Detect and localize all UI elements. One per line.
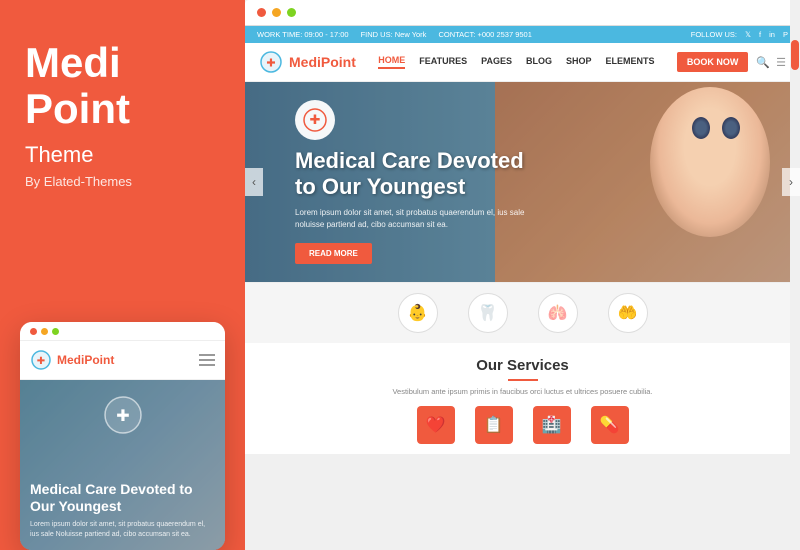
svg-text:✚: ✚ <box>310 112 321 127</box>
work-time: WORK TIME: 09:00 - 17:00 <box>257 30 349 39</box>
read-more-button[interactable]: READ MORE <box>295 243 372 264</box>
scrollbar[interactable] <box>790 0 800 550</box>
find-us: FIND US: New York <box>361 30 427 39</box>
nav-logo-icon: ✚ <box>259 50 283 74</box>
nav-bar: ✚ MediPoint HOME FEATURES PAGES BLOG SHO… <box>245 43 800 82</box>
browser-dot-green[interactable] <box>287 8 296 17</box>
mobile-hero-title: Medical Care Devoted to Our Youngest <box>30 481 215 515</box>
service-card-heart[interactable]: ❤️ <box>417 406 455 444</box>
svg-text:✚: ✚ <box>37 356 45 367</box>
hero-logo-circle: ✚ <box>295 100 335 140</box>
mobile-dot-green <box>52 328 59 335</box>
mobile-traffic-lights <box>30 328 59 335</box>
service-card-pill[interactable]: 💊 <box>591 406 629 444</box>
theme-subtitle: Theme <box>25 142 93 168</box>
nav-home[interactable]: HOME <box>378 55 405 69</box>
mobile-dot-red <box>30 328 37 335</box>
hero-description: Lorem ipsum dolor sit amet, sit probatus… <box>295 207 525 231</box>
hero-cross-icon: ✚ <box>303 108 327 132</box>
mobile-navbar: ✚ MediPoint <box>20 341 225 380</box>
browser-chrome <box>245 0 800 26</box>
services-title: Our Services <box>265 357 780 374</box>
service-icon-lung[interactable]: 🫁 <box>538 293 578 333</box>
nav-links: HOME FEATURES PAGES BLOG SHOP ELEMENTS <box>378 55 654 69</box>
browser-dot-yellow[interactable] <box>272 8 281 17</box>
hero-prev-arrow[interactable]: ‹ <box>245 168 263 196</box>
social-in[interactable]: in <box>769 30 775 39</box>
mobile-logo: ✚ MediPoint <box>30 349 114 371</box>
browser-dot-red[interactable] <box>257 8 266 17</box>
nav-logo[interactable]: ✚ MediPoint <box>259 50 356 74</box>
services-description: Vestibulum ante ipsum primis in faucibus… <box>265 387 780 396</box>
svg-text:✚: ✚ <box>116 408 129 425</box>
mobile-hero-logo-icon: ✚ <box>103 395 143 435</box>
mobile-logo-icon: ✚ <box>30 349 52 371</box>
nav-logo-text: MediPoint <box>289 54 356 70</box>
menu-icon[interactable]: ☰ <box>776 56 786 69</box>
right-panel: WORK TIME: 09:00 - 17:00 FIND US: New Yo… <box>245 0 800 550</box>
contact: CONTACT: +000 2537 9501 <box>438 30 531 39</box>
nav-pages[interactable]: PAGES <box>481 56 512 68</box>
services-cards-row: ❤️ 📋 🏥 💊 <box>265 406 780 444</box>
nav-elements[interactable]: ELEMENTS <box>606 56 655 68</box>
mobile-logo-text: MediPoint <box>57 353 114 367</box>
mobile-dot-yellow <box>41 328 48 335</box>
service-icons-row: 👶 🦷 🫁 🤲 <box>245 282 800 343</box>
search-icon[interactable]: 🔍 <box>756 56 770 69</box>
hero-section: ‹ ✚ Medical Care Devoted to Our Youngest… <box>245 82 800 282</box>
follow-us-label: FOLLOW US: <box>691 30 737 39</box>
mobile-mockup: ✚ MediPoint ✚ Medical Care Devoted to Ou… <box>20 322 225 550</box>
mobile-hero-text: Lorem ipsum dolor sit amet, sit probatus… <box>30 520 215 540</box>
hero-next-arrow[interactable]: › <box>782 168 800 196</box>
services-section: Our Services Vestibulum ante ipsum primi… <box>245 343 800 454</box>
nav-right: BOOK NOW 🔍 ☰ <box>677 52 786 72</box>
mobile-top-bar <box>20 322 225 341</box>
service-icon-care[interactable]: 🤲 <box>608 293 648 333</box>
svg-text:✚: ✚ <box>266 58 275 70</box>
hamburger-menu[interactable] <box>199 354 215 366</box>
social-fb[interactable]: f <box>759 30 761 39</box>
service-icon-dental[interactable]: 🦷 <box>468 293 508 333</box>
nav-blog[interactable]: BLOG <box>526 56 552 68</box>
scroll-thumb[interactable] <box>791 40 799 70</box>
info-bar: WORK TIME: 09:00 - 17:00 FIND US: New Yo… <box>245 26 800 43</box>
service-icon-baby[interactable]: 👶 <box>398 293 438 333</box>
nav-features[interactable]: FEATURES <box>419 56 467 68</box>
hero-title: Medical Care Devoted to Our Youngest <box>295 148 525 199</box>
mobile-hero: ✚ Medical Care Devoted to Our Youngest L… <box>20 380 225 550</box>
info-bar-left: WORK TIME: 09:00 - 17:00 FIND US: New Yo… <box>257 30 532 39</box>
theme-by: By Elated-Themes <box>25 174 132 189</box>
left-panel: MediPoint Theme By Elated-Themes ✚ MediP… <box>0 0 245 550</box>
browser-content: WORK TIME: 09:00 - 17:00 FIND US: New Yo… <box>245 26 800 550</box>
service-card-hospital[interactable]: 🏥 <box>533 406 571 444</box>
info-bar-right: FOLLOW US: 𝕏 f in P <box>691 30 788 39</box>
nav-shop[interactable]: SHOP <box>566 56 592 68</box>
theme-title: MediPoint <box>25 40 130 132</box>
services-title-underline <box>508 379 538 381</box>
book-now-button[interactable]: BOOK NOW <box>677 52 749 72</box>
social-pi[interactable]: P <box>783 30 788 39</box>
social-tw[interactable]: 𝕏 <box>745 30 751 39</box>
nav-icons: 🔍 ☰ <box>756 56 786 69</box>
mobile-hero-content: Medical Care Devoted to Our Youngest Lor… <box>30 481 215 540</box>
hero-content: ✚ Medical Care Devoted to Our Youngest L… <box>245 100 525 264</box>
service-card-clipboard[interactable]: 📋 <box>475 406 513 444</box>
